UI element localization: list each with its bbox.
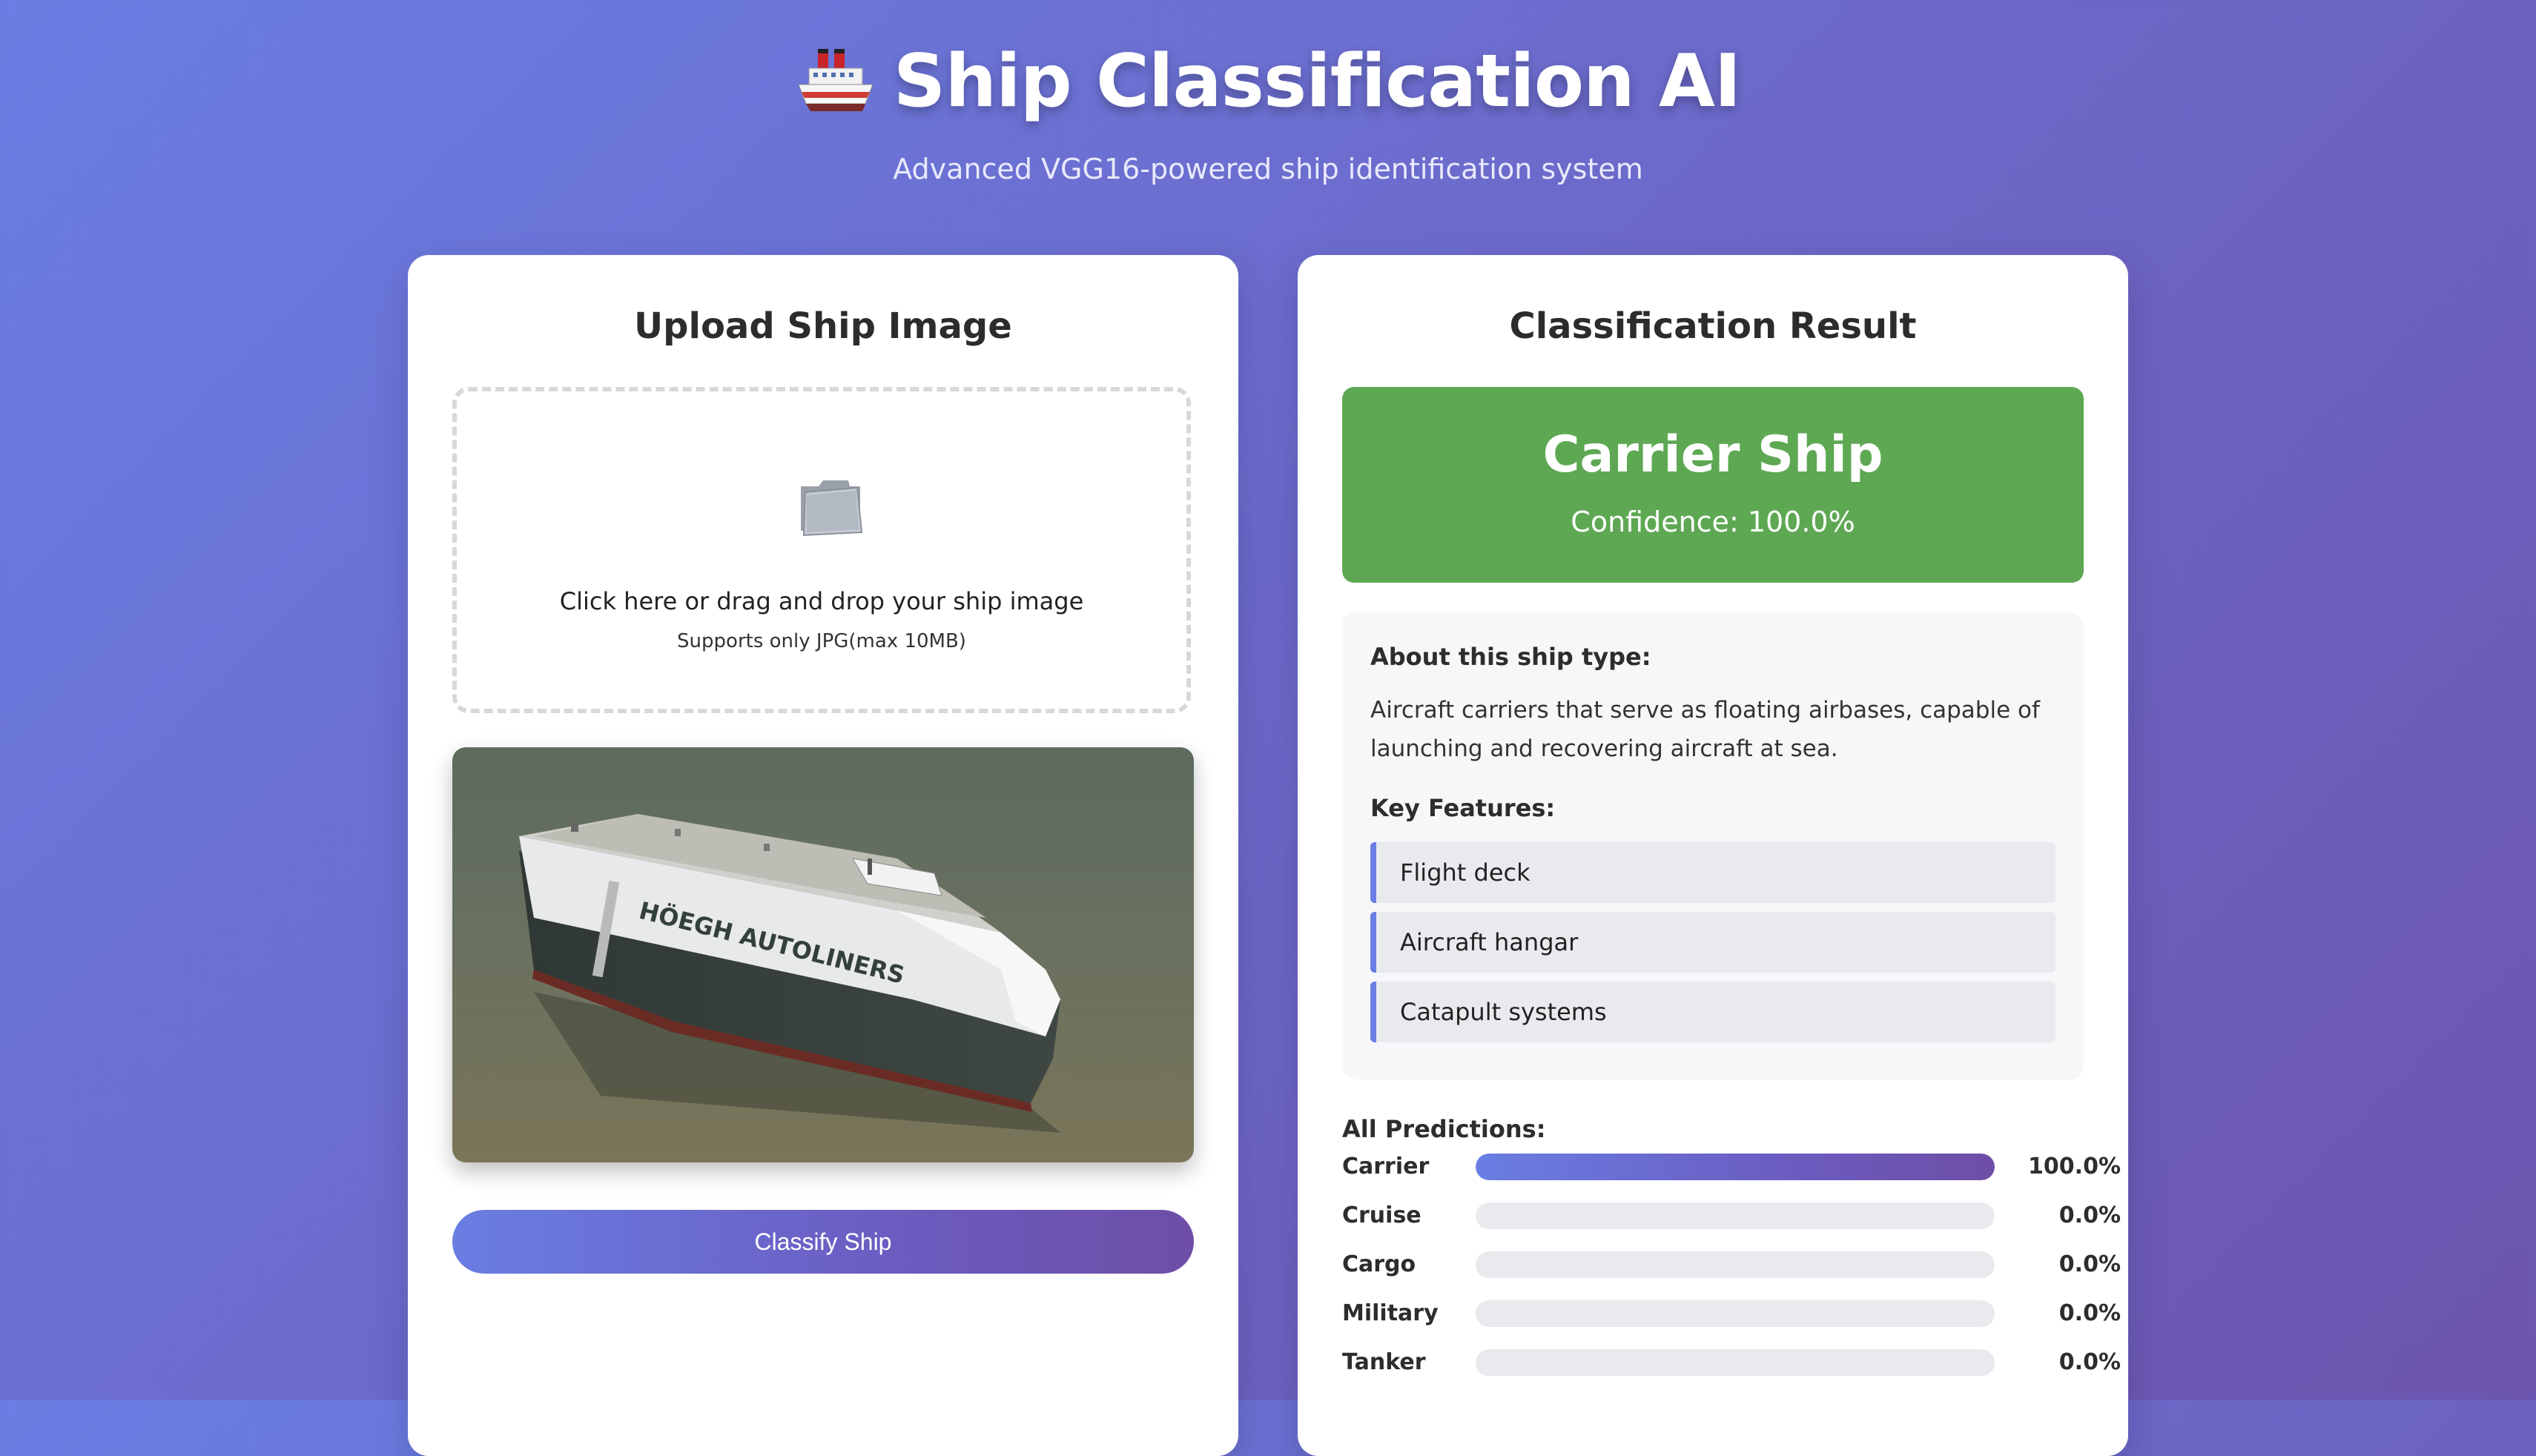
prediction-label: Cruise [1342,1202,1421,1228]
prediction-value: 100.0% [2028,1154,2121,1179]
folder-icon [801,480,863,537]
predictions-title: All Predictions: [1342,1115,1546,1143]
prediction-bar [1476,1300,1995,1327]
page-header: Ship Classification AI Advanced VGG16-po… [0,37,2536,185]
prediction-label: Cargo [1342,1251,1416,1277]
features-title: Key Features: [1370,794,1556,822]
prediction-bar [1476,1251,1995,1278]
predicted-class: Carrier Ship [1542,426,1883,484]
prediction-row: Cargo 0.0% [1342,1250,2121,1280]
prediction-value: 0.0% [2058,1349,2121,1375]
prediction-value: 0.0% [2058,1300,2121,1326]
dropzone-subtext: Supports only JPG(max 10MB) [677,630,966,652]
feature-item: Aircraft hangar [1370,912,2055,973]
features-list: Flight deck Aircraft hangar Catapult sys… [1370,842,2055,1042]
prediction-bar [1476,1202,1995,1229]
about-title: About this ship type: [1370,643,1651,671]
prediction-row: Tanker 0.0% [1342,1348,2121,1377]
passenger-ship-icon [798,49,874,111]
prediction-label: Tanker [1342,1349,1426,1375]
page-title: Ship Classification AI [893,39,1742,124]
prediction-bar-fill [1476,1154,1995,1180]
image-dropzone[interactable]: Click here or drag and drop your ship im… [452,387,1191,713]
prediction-row: Carrier 100.0% [1342,1152,2121,1182]
prediction-value: 0.0% [2058,1202,2121,1228]
result-card: Classification Result Carrier Ship Confi… [1298,255,2128,1456]
dropzone-text: Click here or drag and drop your ship im… [559,587,1084,615]
classify-button[interactable]: Classify Ship [452,1210,1194,1274]
prediction-row: Cruise 0.0% [1342,1201,2121,1231]
prediction-bar [1476,1349,1995,1376]
page-subtitle: Advanced VGG16-powered ship identificati… [893,153,1643,185]
ship-photo: HÖEGH AUTOLINERS [452,747,1194,1162]
upload-card-title: Upload Ship Image [634,305,1012,347]
prediction-label: Carrier [1342,1154,1430,1179]
image-preview: HÖEGH AUTOLINERS [452,747,1194,1162]
prediction-value: 0.0% [2058,1251,2121,1277]
result-card-title: Classification Result [1509,305,1917,347]
feature-item: Catapult systems [1370,982,2055,1042]
page-title-row: Ship Classification AI [796,37,1741,126]
feature-item: Flight deck [1370,842,2055,903]
prediction-bar [1476,1154,1995,1180]
about-text: Aircraft carriers that serve as floating… [1370,697,2040,762]
upload-card: Upload Ship Image Click here or drag and… [408,255,1238,1456]
confidence-text: Confidence: 100.0% [1571,506,1855,538]
prediction-row: Military 0.0% [1342,1299,2121,1328]
prediction-banner: Carrier Ship Confidence: 100.0% [1342,387,2084,583]
prediction-label: Military [1342,1300,1439,1326]
ship-type-info: About this ship type: Aircraft carriers … [1342,612,2084,1079]
